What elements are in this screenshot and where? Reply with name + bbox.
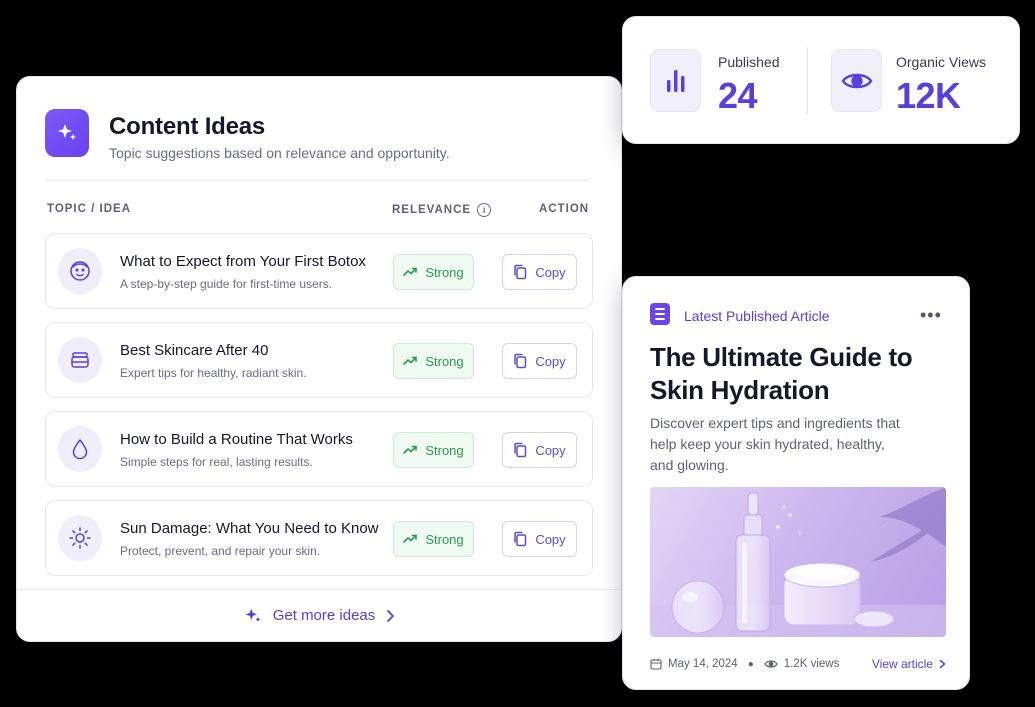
get-more-ideas-label: Get more ideas: [272, 607, 376, 624]
copy-label: Copy: [535, 353, 566, 369]
more-options-icon[interactable]: •••: [920, 305, 942, 326]
eye-icon: [764, 660, 778, 668]
idea-description: Expert tips for healthy, radiant skin.: [120, 366, 307, 380]
view-article-link[interactable]: View article: [872, 657, 946, 671]
chevron-right-icon: [939, 659, 946, 669]
content-ideas-subtitle: Topic suggestions based on relevance and…: [109, 145, 450, 161]
published-label: Published: [718, 54, 780, 70]
article-image[interactable]: [650, 487, 946, 637]
meta-separator: ●: [747, 658, 754, 670]
trend-up-icon: [403, 356, 418, 365]
relevance-badge: Strong: [393, 343, 474, 379]
relevance-label: Strong: [425, 442, 464, 458]
organic-views-value: 12K: [896, 75, 961, 116]
copy-icon: [514, 442, 527, 458]
idea-title: Best Skincare After 40: [120, 342, 269, 359]
copy-icon: [514, 353, 527, 369]
copy-button[interactable]: Copy: [502, 254, 577, 290]
article-views-label: 1.2K views: [783, 658, 840, 670]
chevron-right-icon: [387, 609, 395, 622]
column-header-relevance-label: RELEVANCE: [392, 204, 472, 216]
copy-icon: [514, 264, 527, 280]
sparkle-icon: [45, 109, 89, 157]
relevance-badge: Strong: [393, 432, 474, 468]
relevance-label: Strong: [425, 531, 464, 547]
calendar-icon: [650, 658, 662, 670]
copy-button[interactable]: Copy: [502, 521, 577, 557]
copy-label: Copy: [535, 442, 566, 458]
latest-article-card: Latest Published Article ••• The Ultimat…: [622, 276, 970, 690]
copy-icon: [514, 531, 527, 547]
idea-description: A step-by-step guide for first-time user…: [120, 277, 333, 291]
column-header-action: ACTION: [539, 203, 590, 215]
face-icon: [58, 248, 102, 294]
bar-chart-icon: [650, 49, 701, 112]
document-icon: [650, 303, 670, 325]
idea-title: How to Build a Routine That Works: [120, 431, 353, 448]
sun-icon: [58, 515, 102, 561]
idea-title: Sun Damage: What You Need to Know: [120, 520, 379, 537]
relevance-label: Strong: [425, 264, 464, 280]
jar-icon: [58, 337, 102, 383]
copy-button[interactable]: Copy: [502, 432, 577, 468]
organic-views-label: Organic Views: [896, 54, 987, 70]
article-title[interactable]: The Ultimate Guide to Skin Hydration: [650, 341, 950, 407]
idea-row: How to Build a Routine That Works Simple…: [45, 411, 593, 487]
idea-description: Protect, prevent, and repair your skin.: [120, 544, 321, 558]
copy-label: Copy: [535, 264, 566, 280]
idea-title: What to Expect from Your First Botox: [120, 253, 366, 270]
trend-up-icon: [403, 534, 418, 543]
idea-row: Sun Damage: What You Need to Know Protec…: [45, 500, 593, 576]
content-ideas-card: Content Ideas Topic suggestions based on…: [16, 76, 622, 642]
stats-card: Published 24 Organic Views 12K: [622, 16, 1020, 144]
eye-icon: [831, 49, 882, 112]
content-ideas-header: Content Ideas Topic suggestions based on…: [45, 109, 589, 181]
content-ideas-title: Content Ideas: [109, 113, 266, 140]
idea-description: Simple steps for real, lasting results.: [120, 455, 313, 469]
article-date-label: May 14, 2024: [668, 658, 738, 670]
get-more-ideas-button[interactable]: Get more ideas: [17, 589, 621, 641]
copy-button[interactable]: Copy: [502, 343, 577, 379]
view-article-label: View article: [871, 657, 933, 671]
sparkle-icon: [245, 608, 261, 622]
relevance-badge: Strong: [393, 521, 474, 557]
stats-divider: [807, 47, 808, 115]
info-icon[interactable]: i: [477, 203, 492, 217]
idea-row: What to Expect from Your First Botox A s…: [45, 233, 593, 309]
column-header-relevance: RELEVANCE i: [392, 203, 492, 217]
article-meta: May 14, 2024 ● 1.2K views View article: [650, 657, 946, 671]
relevance-label: Strong: [425, 353, 464, 369]
article-views: 1.2K views: [764, 658, 840, 670]
relevance-badge: Strong: [393, 254, 474, 290]
idea-row: Best Skincare After 40 Expert tips for h…: [45, 322, 593, 398]
article-kicker: Latest Published Article: [684, 308, 830, 324]
column-header-topic: TOPIC / IDEA: [47, 203, 131, 215]
article-date: May 14, 2024: [650, 658, 738, 670]
article-description: Discover expert tips and ingredients tha…: [650, 415, 900, 473]
copy-label: Copy: [535, 531, 566, 547]
trend-up-icon: [403, 267, 418, 276]
published-value: 24: [718, 75, 758, 116]
drop-icon: [58, 426, 102, 472]
trend-up-icon: [403, 445, 418, 454]
